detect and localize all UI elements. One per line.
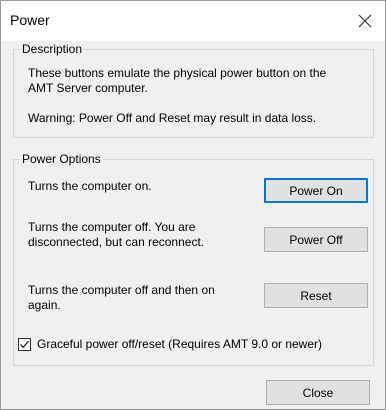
close-button[interactable]: Close	[266, 380, 370, 405]
title-bar: Power	[1, 1, 385, 41]
power-off-description-line-2: disconnected, but can reconnect.	[28, 235, 205, 249]
description-group: Description These buttons emulate the ph…	[13, 42, 374, 138]
description-line-2: AMT Server computer.	[28, 81, 148, 95]
power-on-description: Turns the computer on.	[28, 179, 152, 193]
warning-text: Warning: Power Off and Reset may result …	[28, 111, 317, 125]
power-on-button[interactable]: Power On	[264, 178, 368, 203]
graceful-checkbox-label: Graceful power off/reset (Requires AMT 9…	[37, 337, 323, 351]
reset-description-line-1: Turns the computer off and then on	[28, 283, 215, 297]
close-icon	[358, 14, 372, 28]
power-dialog: Power Description These buttons emulate …	[0, 0, 386, 410]
power-options-group: Power Options Turns the computer on. Pow…	[13, 152, 374, 366]
graceful-option[interactable]: Graceful power off/reset (Requires AMT 9…	[18, 337, 322, 351]
power-options-legend: Power Options	[22, 152, 101, 166]
power-off-button[interactable]: Power Off	[264, 227, 368, 252]
close-window-button[interactable]	[351, 7, 379, 35]
description-legend: Description	[22, 42, 83, 56]
reset-button[interactable]: Reset	[264, 283, 368, 308]
power-off-description-line-1: Turns the computer off. You are	[28, 220, 196, 234]
reset-description-line-2: again.	[28, 298, 61, 312]
graceful-checkbox[interactable]	[18, 337, 31, 351]
description-line-1: These buttons emulate the physical power…	[28, 66, 327, 80]
checkmark-icon	[20, 340, 29, 348]
window-title: Power	[10, 12, 50, 28]
